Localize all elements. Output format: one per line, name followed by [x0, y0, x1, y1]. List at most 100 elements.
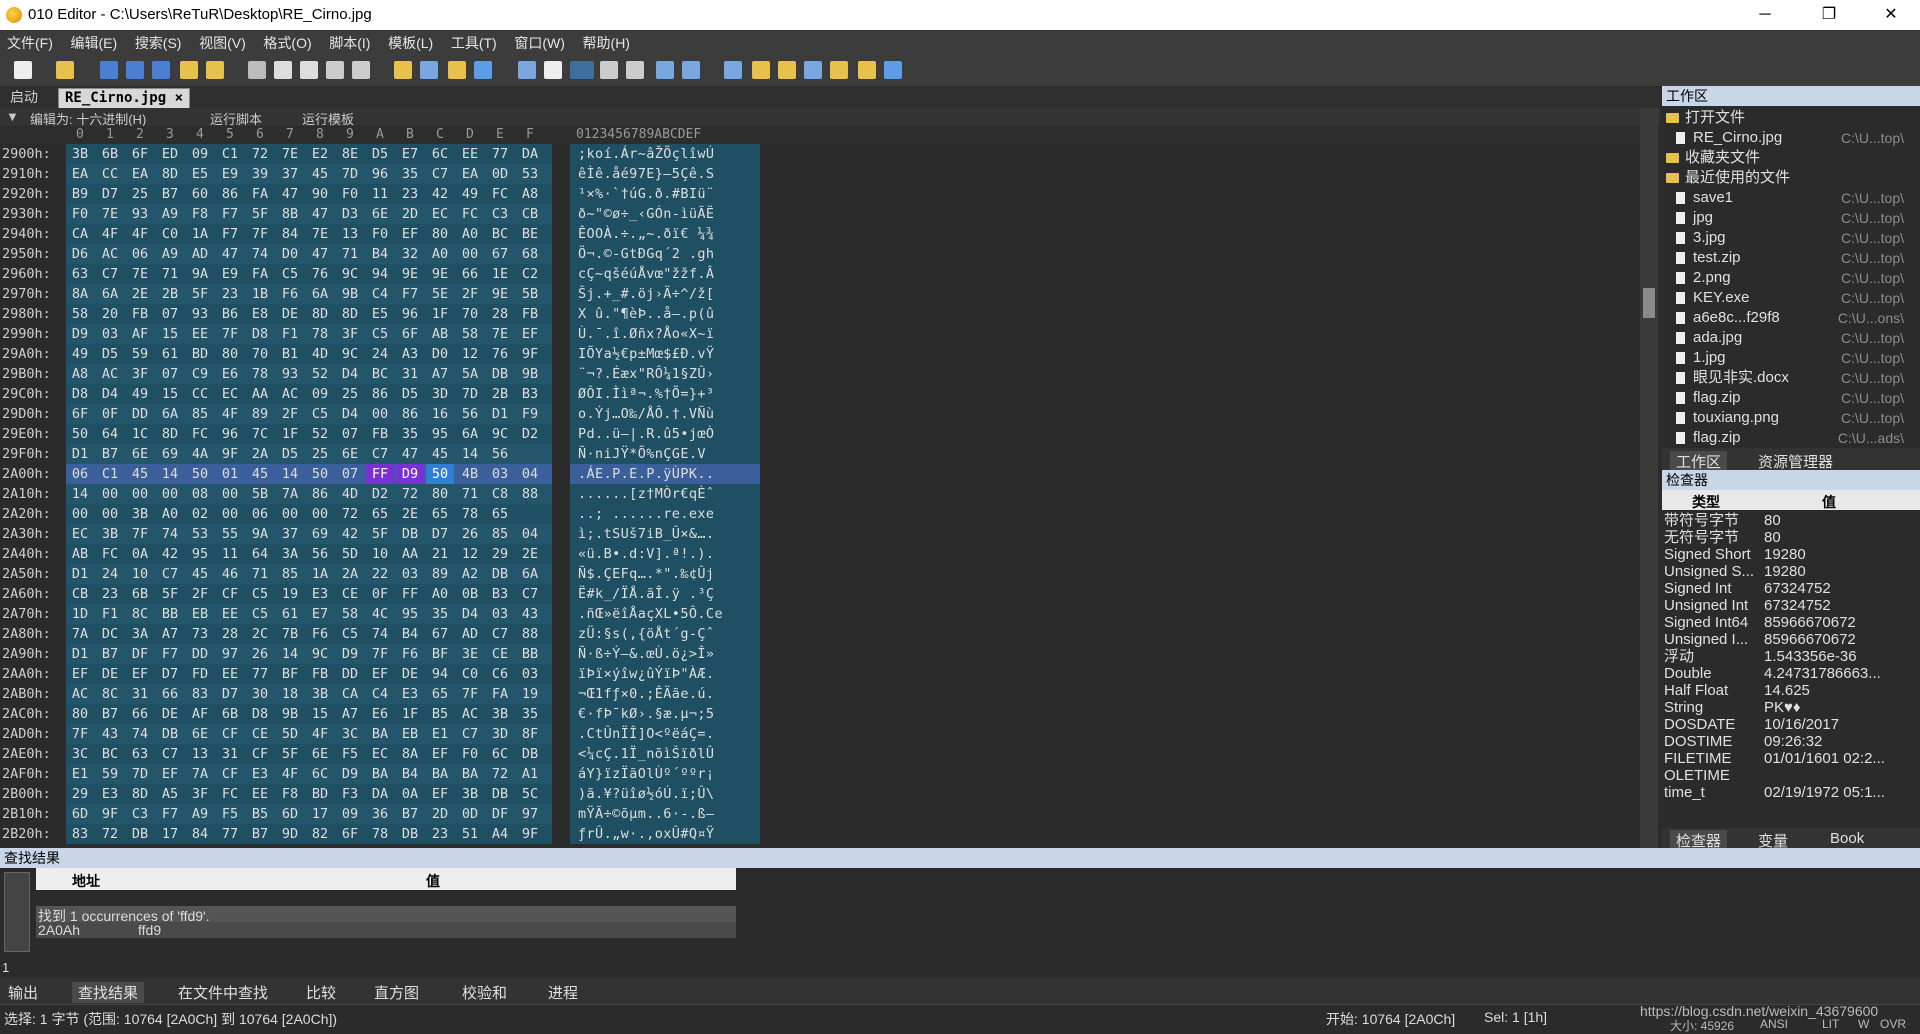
- hex-byte[interactable]: 77: [486, 144, 514, 164]
- hex-byte[interactable]: E9: [216, 164, 244, 184]
- hex-byte[interactable]: 3C: [336, 724, 364, 744]
- hex-byte[interactable]: 5B: [246, 484, 274, 504]
- compare-icon[interactable]: [778, 61, 796, 79]
- hex-byte[interactable]: 32: [396, 244, 424, 264]
- hex-byte[interactable]: D8: [246, 704, 274, 724]
- hex-byte[interactable]: A8: [516, 184, 544, 204]
- hex-byte[interactable]: CC: [186, 384, 214, 404]
- hex-byte[interactable]: 49: [126, 384, 154, 404]
- open-project-icon[interactable]: [180, 61, 198, 79]
- hex-byte[interactable]: 49: [456, 184, 484, 204]
- hex-byte[interactable]: 7F: [126, 524, 154, 544]
- hex-byte[interactable]: 28: [216, 624, 244, 644]
- hex-byte[interactable]: 7F: [216, 324, 244, 344]
- hex-byte[interactable]: 2B: [156, 284, 184, 304]
- hex-byte[interactable]: D7: [96, 184, 124, 204]
- hex-byte[interactable]: 2F: [276, 404, 304, 424]
- hex-byte[interactable]: 8B: [276, 204, 304, 224]
- hex-byte[interactable]: 64: [246, 544, 274, 564]
- row-ascii[interactable]: «ü.B•.d:V].ª!.).: [570, 544, 760, 564]
- tools-icon[interactable]: [858, 61, 876, 79]
- hex-scrollbar[interactable]: [1640, 108, 1658, 848]
- percent-icon[interactable]: [804, 61, 822, 79]
- histogram-icon[interactable]: [830, 61, 848, 79]
- hex-byte[interactable]: 02: [186, 504, 214, 524]
- hex-byte[interactable]: BA: [366, 764, 394, 784]
- hex-byte[interactable]: EC: [66, 524, 94, 544]
- hex-byte[interactable]: A9: [156, 244, 184, 264]
- row-ascii[interactable]: ¹×%·`†úG.ð.#BIü¨: [570, 184, 760, 204]
- hex-byte[interactable]: C4: [366, 684, 394, 704]
- hex-byte[interactable]: 00: [126, 484, 154, 504]
- hex-byte[interactable]: 93: [126, 204, 154, 224]
- hex-byte[interactable]: 7E: [96, 204, 124, 224]
- hex-byte[interactable]: 00: [456, 244, 484, 264]
- hex-byte[interactable]: 06: [126, 244, 154, 264]
- hex-byte[interactable]: F1: [276, 324, 304, 344]
- hex-byte[interactable]: B3: [516, 384, 544, 404]
- hex-byte[interactable]: 89: [246, 404, 274, 424]
- hex-byte[interactable]: 25: [126, 184, 154, 204]
- hex-byte[interactable]: 7F: [246, 224, 274, 244]
- hex-byte[interactable]: 72: [396, 484, 424, 504]
- hex-byte[interactable]: 4F: [96, 224, 124, 244]
- calculator-icon[interactable]: [724, 61, 742, 79]
- hex-byte[interactable]: 4D: [336, 484, 364, 504]
- hex-byte[interactable]: E8: [246, 304, 274, 324]
- hex-byte[interactable]: FC: [186, 424, 214, 444]
- hex-byte[interactable]: 23: [426, 824, 454, 844]
- inspector-row[interactable]: Double 4.24731786663...: [1664, 665, 1918, 682]
- hex-row[interactable]: 2940h: CA 4F 4F C0 1A F7 7F 84 7E 13 F0 EF 80 A0 BC BE ÊO…: [0, 224, 760, 244]
- hex-byte[interactable]: 6A: [306, 284, 334, 304]
- hex-byte[interactable]: 09: [336, 804, 364, 824]
- hex-byte[interactable]: C0: [156, 224, 184, 244]
- hex-byte[interactable]: BA: [456, 764, 484, 784]
- hex-byte[interactable]: BD: [186, 344, 214, 364]
- row-ascii[interactable]: áY}ïzÏãOlÙº´ººr¡: [570, 764, 760, 784]
- hex-byte[interactable]: 11: [366, 184, 394, 204]
- row-ascii[interactable]: Šj.+_#.öj›Ä÷^/ž[: [570, 284, 760, 304]
- hex-byte[interactable]: E6: [216, 364, 244, 384]
- hex-byte[interactable]: 29: [66, 784, 94, 804]
- hex-byte[interactable]: 9A: [186, 264, 214, 284]
- hex-byte[interactable]: 0B: [456, 584, 484, 604]
- hex-byte[interactable]: 47: [276, 184, 304, 204]
- hex-byte[interactable]: 00: [306, 504, 334, 524]
- hex-byte[interactable]: 7F: [66, 724, 94, 744]
- hex-byte[interactable]: 80: [66, 704, 94, 724]
- hex-byte[interactable]: C3: [126, 804, 154, 824]
- hex-byte[interactable]: F7: [216, 204, 244, 224]
- hex-byte[interactable]: 3B: [306, 684, 334, 704]
- hex-byte[interactable]: AC: [66, 684, 94, 704]
- hex-byte[interactable]: 03: [516, 664, 544, 684]
- hex-byte[interactable]: FB: [366, 424, 394, 444]
- hex-byte[interactable]: A0: [426, 584, 454, 604]
- hex-editor[interactable]: 2900h: 3B 6B 6F ED 09 C1 72 7E E2 8E D5 E7 6C EE 77 DA ;k…: [0, 144, 1640, 844]
- hex-byte[interactable]: E1: [426, 724, 454, 744]
- checksum-icon[interactable]: [884, 61, 902, 79]
- hex-byte[interactable]: C0: [456, 664, 484, 684]
- hex-byte[interactable]: 3B: [126, 504, 154, 524]
- hex-byte[interactable]: 0A: [126, 544, 154, 564]
- hex-byte[interactable]: C5: [246, 584, 274, 604]
- hex-byte[interactable]: 95: [396, 604, 424, 624]
- hex-byte[interactable]: CF: [216, 724, 244, 744]
- hex-bytes[interactable]: EF DE EF D7 FD EE 77 BF FB DD EF DE 94 C0 C6 03: [66, 664, 552, 684]
- goto-icon[interactable]: [474, 61, 492, 79]
- hex-row[interactable]: 29C0h: D8 D4 49 15 CC EC AA AC 09 25 86 D5 3D 7D 2B B3 ØÔ…: [0, 384, 760, 404]
- hex-byte[interactable]: EA: [66, 164, 94, 184]
- hex-byte[interactable]: 4D: [306, 344, 334, 364]
- hex-bytes[interactable]: CA 4F 4F C0 1A F7 7F 84 7E 13 F0 EF 80 A0 BC BE: [66, 224, 552, 244]
- hex-byte[interactable]: 0F: [96, 404, 124, 424]
- hex-byte[interactable]: 9E: [396, 264, 424, 284]
- hex-byte[interactable]: 14: [456, 444, 484, 464]
- hex-byte[interactable]: AC: [96, 364, 124, 384]
- hex-byte[interactable]: 2E: [516, 544, 544, 564]
- hex-byte[interactable]: 47: [396, 444, 424, 464]
- hex-byte[interactable]: 71: [246, 564, 274, 584]
- recent-file-item[interactable]: flag.zip C:\U...ads\: [1676, 428, 1912, 448]
- close-button[interactable]: ✕: [1868, 0, 1914, 30]
- hex-byte[interactable]: D9: [336, 644, 364, 664]
- row-ascii[interactable]: mŸÃ÷©õµm..6·-.ß—: [570, 804, 760, 824]
- hex-row[interactable]: 2960h: 63 C7 7E 71 9A E9 FA C5 76 9C 94 9E 9E 66 1E C2 cÇ…: [0, 264, 760, 284]
